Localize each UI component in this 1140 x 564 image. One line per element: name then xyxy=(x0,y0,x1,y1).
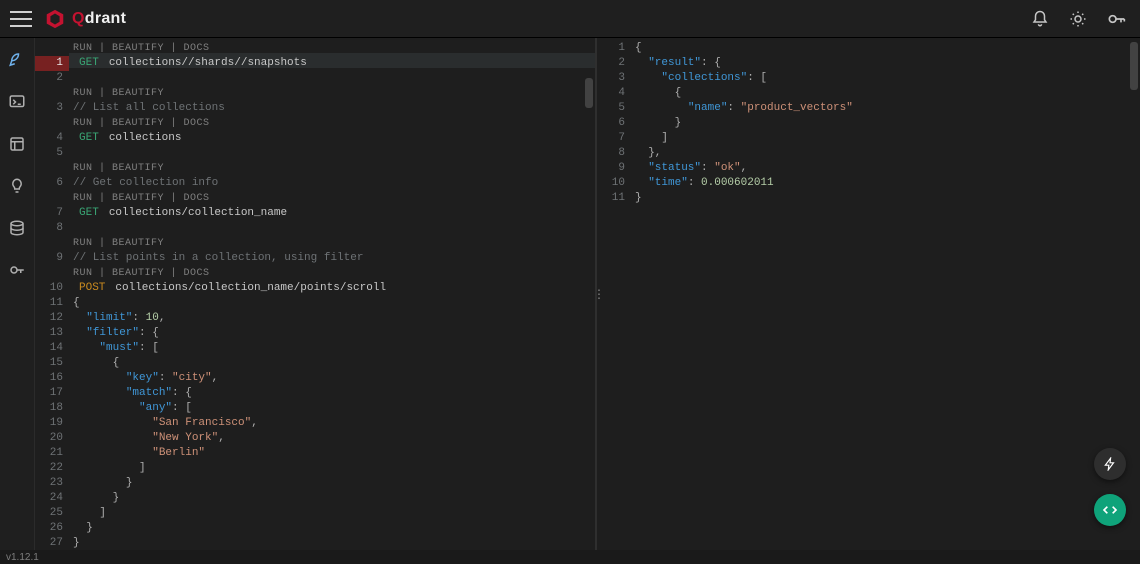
request-editor[interactable]: 1234567891011121314151617181920212223242… xyxy=(35,38,595,550)
theme-toggle-icon[interactable] xyxy=(1064,5,1092,33)
sidebar xyxy=(0,38,35,550)
left-code[interactable]: RUN | BEAUTIFY | DOCSGETcollections//sha… xyxy=(69,38,595,550)
code-fab[interactable] xyxy=(1094,494,1126,526)
main-area: 1234567891011121314151617181920212223242… xyxy=(0,38,1140,550)
sidebar-console-icon[interactable] xyxy=(5,90,29,114)
logo[interactable]: Qdrant xyxy=(44,8,126,30)
notifications-icon[interactable] xyxy=(1026,5,1054,33)
fab-stack xyxy=(1094,448,1126,526)
version-label: v1.12.1 xyxy=(6,552,39,563)
footer: v1.12.1 xyxy=(0,550,1140,564)
sidebar-tutorial-icon[interactable] xyxy=(5,174,29,198)
sidebar-collections-icon[interactable] xyxy=(5,132,29,156)
sidebar-keys-icon[interactable] xyxy=(5,258,29,282)
response-viewer: 1234567891011 { "result": { "collections… xyxy=(595,38,1140,550)
logo-icon xyxy=(44,8,66,30)
sidebar-quickstart-icon[interactable] xyxy=(5,48,29,72)
key-icon[interactable] xyxy=(1102,5,1130,33)
logo-text: Qdrant xyxy=(72,10,126,28)
top-bar: Qdrant xyxy=(0,0,1140,38)
editor-split: 1234567891011121314151617181920212223242… xyxy=(35,38,1140,550)
run-fab[interactable] xyxy=(1094,448,1126,480)
sidebar-datasets-icon[interactable] xyxy=(5,216,29,240)
right-code: { "result": { "collections": [ { "name":… xyxy=(631,38,1140,550)
menu-button[interactable] xyxy=(10,11,32,27)
left-gutter: 1234567891011121314151617181920212223242… xyxy=(35,38,69,550)
split-drag-handle[interactable]: ⋮ xyxy=(593,284,605,304)
